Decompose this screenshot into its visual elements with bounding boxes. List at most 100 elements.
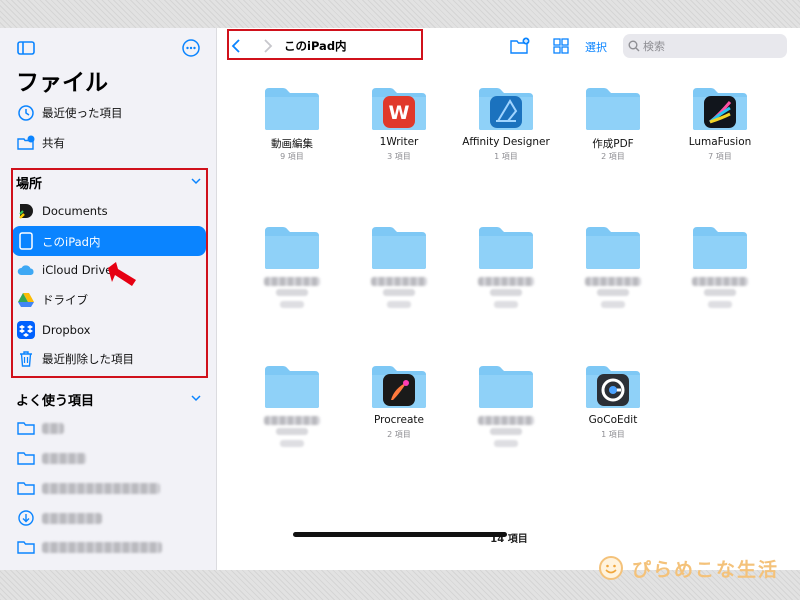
- folder-item[interactable]: Procreate 2 項目: [349, 362, 449, 472]
- folder-item[interactable]: 作成PDF 2 項目: [563, 84, 663, 194]
- folder-item-count: 2 項目: [387, 430, 411, 439]
- folder-item[interactable]: 動画編集 9 項目: [242, 84, 342, 194]
- sidebar-item-label: 共有: [42, 136, 65, 150]
- gocoedit-icon: [597, 374, 629, 406]
- folder-item[interactable]: [456, 362, 556, 472]
- favorite-label-blurred: [42, 482, 160, 494]
- sidebar-item-favorite[interactable]: [0, 504, 217, 532]
- shared-folder-icon: [17, 135, 35, 150]
- folder-name: 作成PDF: [592, 138, 634, 150]
- select-button[interactable]: 選択: [585, 39, 607, 55]
- search-input[interactable]: [643, 37, 783, 55]
- folder-item-count: 1 項目: [601, 430, 625, 439]
- folder-name-blurred: [478, 277, 534, 286]
- folder-count-blurred: [387, 301, 411, 308]
- folder-icon: [372, 227, 426, 269]
- section-header-favorites[interactable]: よく使う項目: [16, 390, 94, 409]
- more-options-icon[interactable]: [181, 38, 201, 58]
- red-arrow-annotation: [108, 262, 136, 286]
- folder-icon: [693, 227, 747, 269]
- favorite-label-blurred: [42, 422, 64, 434]
- procreate-icon: [383, 374, 415, 406]
- folder-item[interactable]: [670, 223, 770, 333]
- folder-item[interactable]: [349, 223, 449, 333]
- sidebar-toggle-icon[interactable]: [16, 38, 36, 58]
- folder-name-blurred: [264, 416, 320, 425]
- folder-icon: [586, 88, 640, 130]
- folder-name: Affinity Designer: [462, 136, 550, 148]
- folder-name: GoCoEdit: [588, 414, 638, 426]
- sidebar-title: ファイル: [16, 70, 108, 96]
- folder-icon: [479, 366, 533, 408]
- folder-icon: [265, 366, 319, 408]
- favorite-label-blurred: [42, 512, 102, 524]
- folder-item[interactable]: [242, 223, 342, 333]
- folder-item[interactable]: Affinity Designer 1 項目: [456, 84, 556, 194]
- folder-icon: [17, 422, 35, 435]
- folder-icon: [17, 452, 35, 465]
- grid-view-icon[interactable]: [551, 37, 571, 55]
- blur-fill: [704, 289, 736, 296]
- affinity-designer-icon: [490, 96, 522, 128]
- folder-icon: [479, 227, 533, 269]
- blur-fill: [276, 428, 308, 435]
- folder-item-count: 3 項目: [387, 152, 411, 161]
- folder-name-blurred: [478, 416, 534, 425]
- folder-item[interactable]: LumaFusion 7 項目: [670, 84, 770, 194]
- folder-name: Procreate: [374, 414, 424, 426]
- folder-item[interactable]: GoCoEdit 1 項目: [563, 362, 663, 472]
- sidebar-item-favorite[interactable]: [0, 533, 217, 561]
- folder-count-blurred: [280, 440, 304, 447]
- folder-item-count: 7 項目: [708, 152, 732, 161]
- folder-count-blurred: [494, 301, 518, 308]
- svg-text:W: W: [389, 102, 410, 124]
- folder-count-blurred: [601, 301, 625, 308]
- folder-icon: [586, 227, 640, 269]
- folder-name-blurred: [371, 277, 427, 286]
- watermark: ぴらめこな生活: [596, 553, 786, 583]
- folder-count-blurred: [280, 301, 304, 308]
- chevron-down-icon[interactable]: [191, 393, 201, 403]
- sidebar: ファイル 最近使った項目 共有 場所 Documents このiPad内 iCl…: [0, 28, 217, 570]
- blur-fill: [490, 428, 522, 435]
- sidebar-item-favorite[interactable]: [0, 444, 217, 472]
- files-app-window: ファイル 最近使った項目 共有 場所 Documents このiPad内 iCl…: [0, 28, 800, 570]
- home-indicator: [293, 532, 507, 537]
- folder-item[interactable]: [563, 223, 663, 333]
- blur-fill: [490, 289, 522, 296]
- folder-icon: [265, 88, 319, 130]
- sidebar-item-shared[interactable]: 共有: [0, 129, 217, 157]
- folder-name: 動画編集: [271, 138, 313, 150]
- main-content: このiPad内 選択 動画編集9 項目W1Writer3 項目Affinity …: [218, 28, 800, 570]
- folder-item[interactable]: [456, 223, 556, 333]
- folder-icon: [265, 227, 319, 269]
- favorite-label-blurred: [42, 452, 86, 464]
- 1writer-icon: W: [383, 96, 415, 128]
- folder-item[interactable]: [242, 362, 342, 472]
- lumafusion-icon: [704, 96, 736, 128]
- folder-name: 1Writer: [379, 136, 419, 148]
- clock-icon: [18, 105, 34, 121]
- folder-count-blurred: [494, 440, 518, 447]
- smiley-logo-icon: [599, 556, 623, 580]
- search-icon: [628, 40, 640, 52]
- folder-name: LumaFusion: [688, 136, 752, 148]
- new-folder-icon[interactable]: [510, 37, 530, 55]
- folder-item-count: 2 項目: [601, 152, 625, 161]
- search-bar[interactable]: [623, 34, 787, 58]
- sidebar-item-recents[interactable]: 最近使った項目: [0, 99, 217, 127]
- folder-icon: [17, 541, 35, 554]
- folder-item-count: 9 項目: [280, 152, 304, 161]
- folder-name-blurred: [585, 277, 641, 286]
- sidebar-item-label: 最近使った項目: [42, 106, 123, 120]
- folder-name-blurred: [692, 277, 748, 286]
- folder-item-count: 1 項目: [494, 152, 518, 161]
- favorite-label-blurred: [42, 541, 162, 553]
- sidebar-item-favorite[interactable]: [0, 414, 217, 442]
- blur-fill: [597, 289, 629, 296]
- watermark-text: ぴらめこな生活: [632, 559, 780, 581]
- folder-item[interactable]: W 1Writer 3 項目: [349, 84, 449, 194]
- sidebar-item-favorite[interactable]: [0, 474, 217, 502]
- blur-fill: [276, 289, 308, 296]
- folder-name-blurred: [264, 277, 320, 286]
